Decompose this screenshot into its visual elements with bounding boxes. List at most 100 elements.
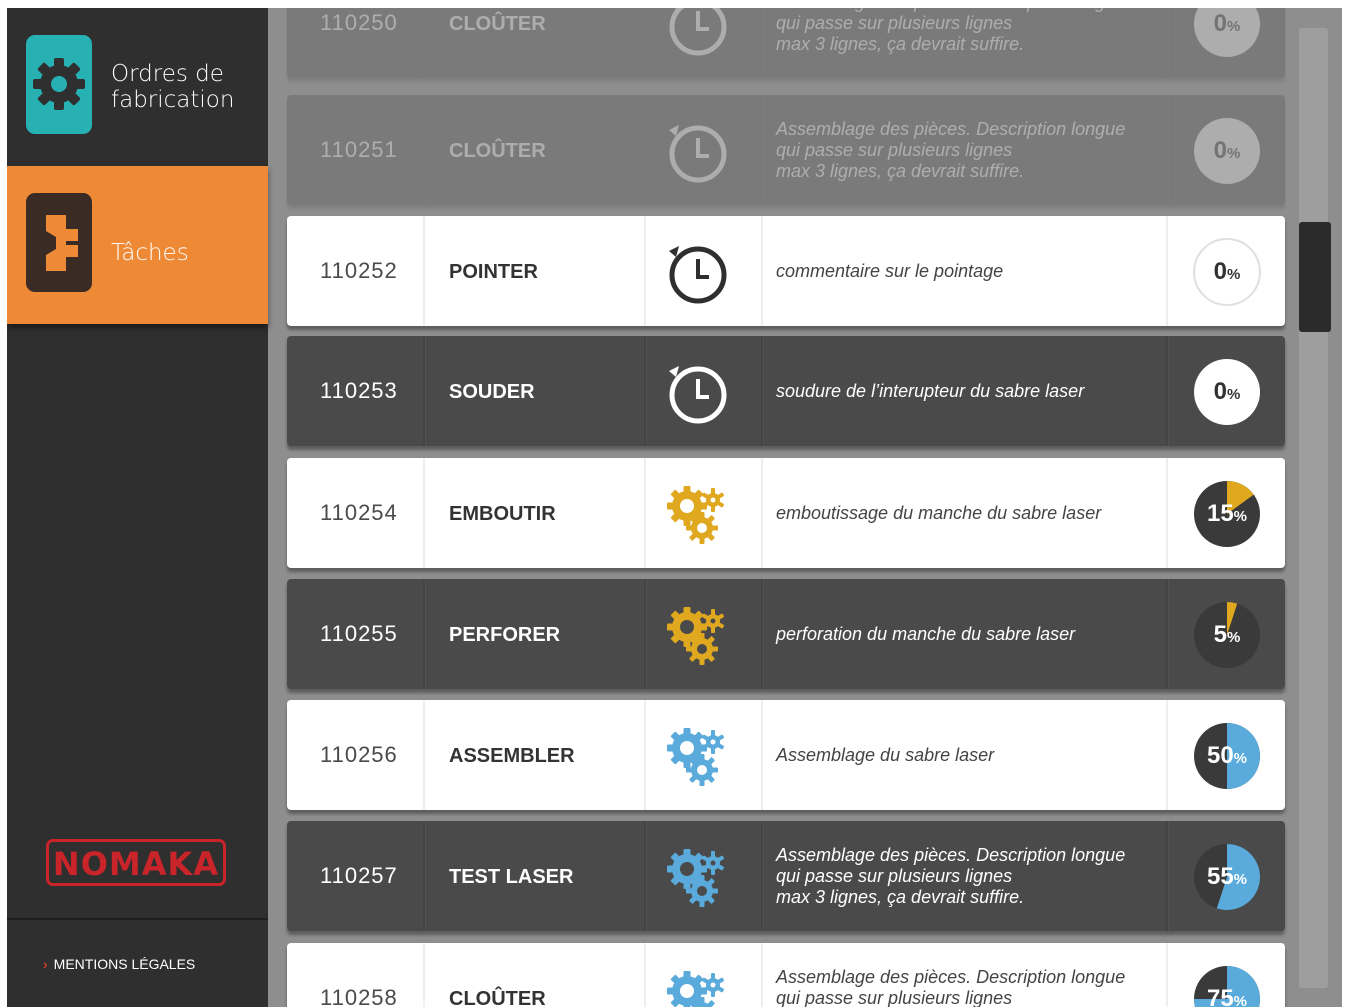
task-id: 110252 — [320, 258, 398, 283]
task-operation: ASSEMBLER — [449, 745, 575, 767]
divider — [761, 579, 764, 689]
task-row[interactable]: 110250 CLOÛTER Assemblage des pièces. De… — [287, 8, 1285, 78]
percent-symbol: % — [1227, 266, 1241, 283]
progress-label: 0% — [1192, 357, 1262, 427]
task-id: 110253 — [320, 378, 398, 403]
progress-pie: 0% — [1192, 357, 1262, 427]
progress-value: 0 — [1213, 378, 1227, 405]
chevron-right-icon: › — [43, 956, 48, 972]
task-operation: TEST LASER — [449, 866, 574, 888]
divider — [1166, 8, 1169, 78]
gears-blue-icon — [657, 715, 737, 795]
task-description-text: Assemblage des pièces. Description longu… — [776, 118, 1126, 181]
progress-value: 55 — [1206, 863, 1234, 890]
sidebar-item-tasks[interactable]: Tâches — [7, 166, 268, 324]
sidebar-item-orders[interactable]: Ordres de fabrication — [7, 8, 268, 168]
progress-pie: 0% — [1192, 8, 1262, 59]
task-description: Assemblage des pièces. Description longu… — [776, 821, 1156, 931]
task-id: 110250 — [320, 10, 398, 35]
timer-icon — [657, 110, 737, 190]
divider — [1166, 700, 1168, 810]
task-id: 110258 — [320, 985, 398, 1007]
progress-label: 5% — [1192, 600, 1262, 670]
progress-label: 0% — [1192, 8, 1262, 59]
divider — [644, 821, 647, 931]
divider — [761, 700, 763, 810]
logo-text: NOMAKA — [53, 845, 219, 883]
progress-value: 0 — [1213, 258, 1227, 285]
wrench-icon — [26, 193, 92, 292]
task-description: Assemblage des pièces. Description longu… — [776, 8, 1156, 78]
percent-symbol: % — [1227, 145, 1241, 162]
divider — [644, 336, 647, 446]
task-row[interactable]: 110258 CLOÛTER Assemblage des pièces. De… — [287, 943, 1285, 1007]
divider — [644, 700, 646, 810]
task-description: Assemblage du sabre laser — [776, 700, 1156, 810]
task-row[interactable]: 110255 PERFORER perforation du manche du… — [287, 579, 1285, 689]
divider — [1166, 943, 1168, 1007]
legal-link[interactable]: › MENTIONS LÉGALES — [43, 956, 195, 972]
task-operation: PERFORER — [449, 624, 561, 646]
divider — [1166, 216, 1168, 326]
gears-blue-icon — [657, 836, 737, 916]
scrollbar-track[interactable] — [1299, 28, 1328, 988]
divider — [644, 95, 647, 205]
divider — [761, 821, 764, 931]
task-description-text: Assemblage des pièces. Description longu… — [776, 844, 1126, 907]
task-description-text: Assemblage des pièces. Description longu… — [776, 966, 1126, 1007]
gears-yellow-icon — [657, 594, 737, 674]
sidebar: Ordres de fabrication Tâches NOMAKA › MEN… — [7, 8, 268, 1007]
progress-label: 15% — [1192, 479, 1262, 549]
progress-value: 5 — [1213, 621, 1227, 648]
scrollbar-thumb[interactable] — [1299, 222, 1331, 332]
sidebar-item-label: Tâches — [111, 240, 189, 266]
gears-yellow-icon — [657, 473, 737, 553]
task-operation: POINTER — [449, 261, 538, 283]
progress-label: 75% — [1192, 964, 1262, 1007]
progress-pie: 15% — [1192, 479, 1262, 549]
progress-value: 75 — [1206, 985, 1234, 1007]
divider — [761, 95, 764, 205]
percent-symbol: % — [1227, 386, 1241, 403]
divider — [423, 458, 425, 568]
task-description-text: Assemblage du sabre laser — [776, 744, 995, 765]
task-row[interactable]: 110252 POINTER commentaire sur le pointa… — [287, 216, 1285, 326]
percent-symbol: % — [1227, 629, 1241, 646]
task-id: 110256 — [320, 742, 398, 767]
task-description: soudure de l’interupteur du sabre laser — [776, 336, 1156, 446]
task-description-text: commentaire sur le pointage — [776, 260, 1004, 281]
divider — [423, 579, 426, 689]
divider — [644, 943, 646, 1007]
task-description: commentaire sur le pointage — [776, 216, 1156, 326]
task-row[interactable]: 110254 EMBOUTIR emboutissage du manche d… — [287, 458, 1285, 568]
task-operation: CLOÛTER — [449, 13, 546, 35]
task-row[interactable]: 110253 SOUDER soudure de l’interupteur d… — [287, 336, 1285, 446]
progress-label: 55% — [1192, 842, 1262, 912]
divider — [1166, 579, 1169, 689]
divider — [423, 700, 425, 810]
task-row[interactable]: 110251 CLOÛTER Assemblage des pièces. De… — [287, 95, 1285, 205]
percent-symbol: % — [1233, 871, 1248, 888]
progress-label: 0% — [1192, 116, 1262, 186]
legal-label: MENTIONS LÉGALES — [53, 956, 196, 972]
divider — [1166, 458, 1168, 568]
progress-pie: 0% — [1192, 116, 1262, 186]
percent-symbol: % — [1233, 750, 1248, 767]
percent-symbol: % — [1233, 508, 1248, 525]
task-id: 110257 — [320, 863, 398, 888]
task-operation: EMBOUTIR — [449, 503, 556, 525]
sidebar-item-label: Ordres de fabrication — [111, 61, 235, 113]
app-window: Ordres de fabrication Tâches NOMAKA › MEN… — [7, 8, 1342, 1007]
progress-pie: 0% — [1192, 237, 1262, 307]
task-row[interactable]: 110257 TEST LASER Assemblage des pièces.… — [287, 821, 1285, 931]
divider — [423, 821, 426, 931]
task-description-text: soudure de l’interupteur du sabre laser — [776, 380, 1085, 401]
task-description: Assemblage des pièces. Description longu… — [776, 95, 1156, 205]
progress-pie: 50% — [1192, 721, 1262, 791]
timer-icon — [657, 231, 737, 311]
task-row[interactable]: 110256 ASSEMBLER Assemblage du sabre las… — [287, 700, 1285, 810]
task-description: Assemblage des pièces. Description longu… — [776, 943, 1156, 1007]
percent-symbol: % — [1227, 18, 1241, 35]
divider — [644, 8, 647, 78]
divider — [644, 458, 646, 568]
